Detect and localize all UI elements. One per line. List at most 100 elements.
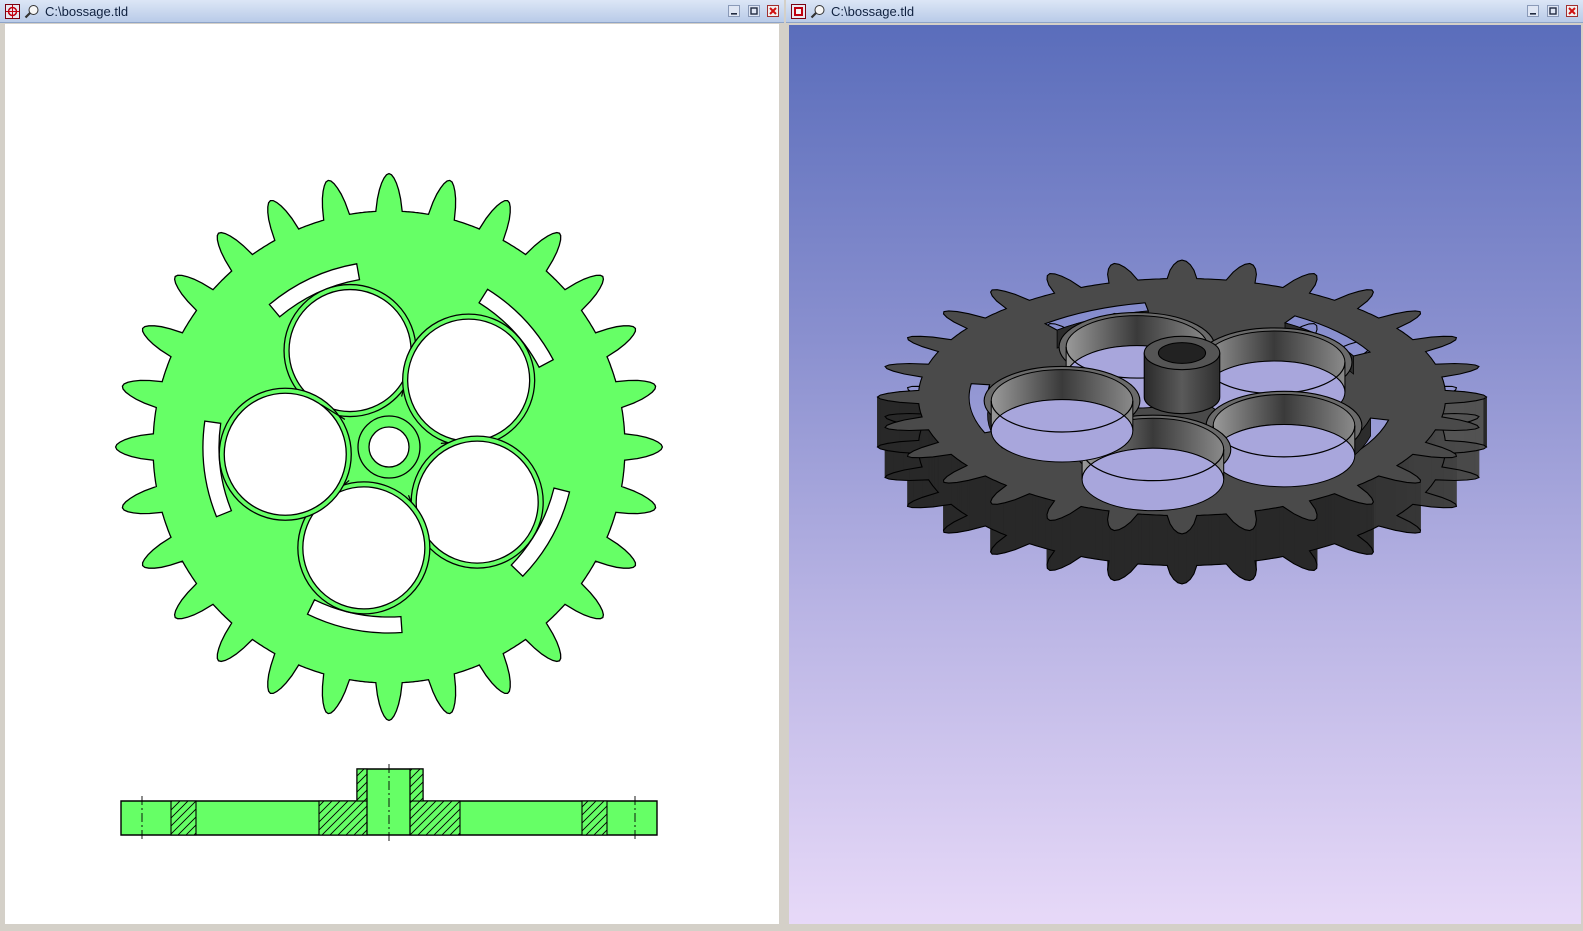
gear-side-face bbox=[1258, 509, 1263, 561]
gear-side-face bbox=[1101, 509, 1106, 561]
title-bar[interactable]: C:\bossage.tld bbox=[0, 0, 784, 23]
gear-side-face bbox=[1029, 493, 1033, 546]
gear-side-face bbox=[1098, 509, 1103, 561]
close-icon[interactable] bbox=[1566, 5, 1578, 17]
gear-side-face bbox=[1378, 475, 1396, 531]
minimize-icon[interactable] bbox=[728, 5, 741, 17]
gear-side-face bbox=[1113, 529, 1120, 581]
gear-side-face bbox=[1451, 456, 1457, 508]
section-hatch bbox=[409, 768, 424, 802]
gear-side-face bbox=[1032, 494, 1036, 546]
gear-side-face bbox=[1144, 514, 1150, 565]
gear-side-face bbox=[1152, 514, 1157, 566]
section-hatch bbox=[170, 800, 197, 836]
gear-side-face bbox=[1325, 495, 1329, 547]
hub-bore bbox=[368, 426, 410, 468]
gear-side-face bbox=[1301, 517, 1310, 571]
gear-side-face bbox=[1196, 514, 1201, 566]
gear-side-face bbox=[1308, 519, 1315, 571]
gear-section-view bbox=[120, 764, 658, 842]
lightening-hole bbox=[223, 392, 347, 516]
gear-side-face bbox=[985, 475, 989, 528]
lightening-hole bbox=[1212, 423, 1356, 488]
gear-side-face bbox=[1225, 513, 1234, 573]
gear-side-face bbox=[1141, 513, 1146, 565]
gear-side-face bbox=[1035, 495, 1039, 547]
gear-side-face bbox=[1321, 496, 1326, 548]
gear-side-face bbox=[1334, 493, 1350, 551]
lightening-hole bbox=[407, 318, 531, 442]
gear-side-face bbox=[1373, 476, 1377, 529]
gear-side-face bbox=[1169, 522, 1175, 581]
gear-side-face bbox=[1328, 494, 1332, 546]
gear-drawing bbox=[114, 172, 664, 842]
drawing-viewport[interactable] bbox=[5, 24, 779, 924]
minimize-icon[interactable] bbox=[1527, 5, 1540, 17]
gear-side-face bbox=[1185, 528, 1191, 584]
window-title: C:\bossage.tld bbox=[45, 4, 129, 19]
gear-side-face bbox=[1189, 522, 1195, 581]
gear-side-face bbox=[1268, 507, 1273, 560]
gear-side-face bbox=[1118, 526, 1125, 581]
gear-side-face bbox=[1218, 513, 1223, 565]
gear-side-face bbox=[1087, 507, 1092, 559]
close-icon[interactable] bbox=[767, 5, 779, 17]
gear-side-face bbox=[1110, 528, 1115, 581]
gear-side-face bbox=[1252, 524, 1256, 580]
gear-side-face bbox=[1200, 514, 1205, 566]
gear-side-face bbox=[1293, 513, 1303, 569]
lightening-hole bbox=[1081, 447, 1225, 512]
lightening-hole bbox=[415, 440, 539, 564]
window-2d-drawing[interactable]: C:\bossage.tld bbox=[0, 0, 784, 931]
gear-side-face bbox=[1214, 514, 1220, 565]
gear-top-view bbox=[114, 172, 664, 722]
gear-side-face bbox=[1177, 532, 1183, 585]
gear-side-face bbox=[1014, 493, 1030, 551]
gear-side-face bbox=[1318, 496, 1323, 549]
gear-side-face bbox=[1137, 513, 1142, 565]
maximize-icon[interactable] bbox=[747, 5, 760, 17]
app-icon[interactable] bbox=[791, 4, 806, 19]
section-hatch bbox=[581, 800, 608, 836]
gear-side-face bbox=[1207, 514, 1212, 566]
window-3d-view[interactable]: C:\bossage.tld bbox=[786, 0, 1583, 931]
gear-side-face bbox=[1130, 513, 1139, 573]
gear-side-face bbox=[1211, 514, 1216, 566]
gear-side-face bbox=[877, 394, 881, 448]
maximize-icon[interactable] bbox=[1546, 5, 1559, 17]
gear-side-face bbox=[1430, 456, 1444, 509]
gear-side-face bbox=[1124, 521, 1132, 578]
gear-side-face bbox=[1041, 496, 1046, 549]
gear-side-face bbox=[1084, 506, 1089, 559]
gear-side-face bbox=[1232, 521, 1240, 578]
view-icon bbox=[24, 5, 39, 19]
title-bar[interactable]: C:\bossage.tld bbox=[786, 0, 1583, 23]
gear-side-face bbox=[1044, 497, 1049, 550]
app-icon[interactable] bbox=[5, 4, 20, 19]
3d-viewport[interactable] bbox=[789, 25, 1581, 924]
gear-side-face bbox=[1272, 507, 1277, 559]
gear-side-face bbox=[1222, 513, 1227, 565]
gear-side-face bbox=[1239, 526, 1246, 581]
gear-side-face bbox=[1069, 505, 1082, 565]
gear-side-face bbox=[1061, 513, 1071, 569]
section-hatch bbox=[409, 800, 461, 836]
section-hatch bbox=[318, 800, 368, 836]
gear-side-face bbox=[1331, 493, 1335, 546]
gear-side-face bbox=[1159, 514, 1164, 566]
gear-side-face bbox=[1181, 532, 1187, 585]
gear-side-face bbox=[1279, 506, 1284, 558]
gear-side-face bbox=[1173, 528, 1179, 584]
gear-side-face bbox=[1094, 508, 1099, 560]
gear-side-face bbox=[1348, 499, 1360, 554]
section-hatch bbox=[356, 768, 368, 802]
gear-3d-model bbox=[876, 259, 1488, 585]
gear-side-face bbox=[1275, 506, 1280, 559]
gear-side-face bbox=[1375, 475, 1379, 528]
gear-side-face bbox=[1155, 514, 1161, 566]
gear-side-face bbox=[1483, 394, 1487, 448]
gear-side-face bbox=[1249, 528, 1254, 581]
gear-side-face bbox=[1091, 507, 1096, 560]
gear-side-face bbox=[1244, 529, 1251, 581]
lightening-hole bbox=[990, 399, 1134, 463]
